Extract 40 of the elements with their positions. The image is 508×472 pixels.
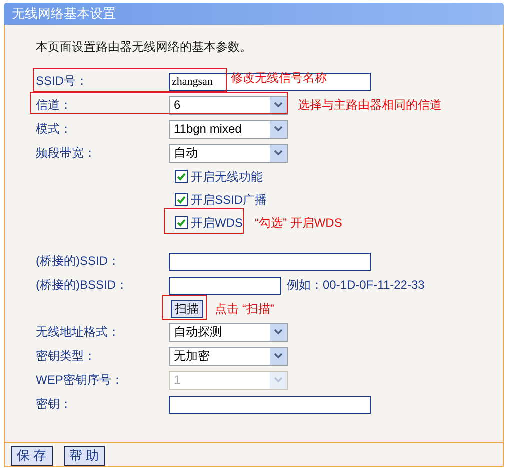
field-label: (桥接的)SSID：	[36, 253, 120, 270]
annotation-text: 点击 “扫描”	[215, 300, 274, 318]
annotation-text: “勾选” 开启WDS	[255, 214, 342, 232]
chevron-down-icon	[274, 377, 283, 383]
dropdown[interactable]: 自动	[169, 144, 288, 162]
dropdown[interactable]: 6	[169, 96, 288, 114]
annotation-text: 修改无线信号名称	[231, 70, 327, 86]
dropdown[interactable]: 自动探测	[169, 322, 288, 342]
chevron-down-icon	[274, 329, 283, 335]
chevron-down-icon	[274, 150, 283, 156]
chevron-down-icon	[274, 126, 283, 132]
checkbox-label: 开启WDS	[191, 214, 243, 232]
field-label: 无线地址格式：	[36, 324, 120, 341]
input-field[interactable]	[169, 396, 371, 414]
checkbox-label: 开启无线功能	[191, 168, 263, 186]
field-label: WEP密钥序号：	[36, 372, 124, 389]
dropdown[interactable]: 无加密	[169, 346, 288, 366]
field-label: 密钥：	[36, 396, 72, 413]
dropdown[interactable]: 11bgn mixed	[169, 120, 288, 138]
footer-button[interactable]: 帮 助	[64, 446, 106, 466]
input-field[interactable]	[169, 253, 371, 271]
description-text: 本页面设置路由器无线网络的基本参数。	[36, 39, 252, 56]
checkbox[interactable]	[175, 193, 188, 206]
field-label: 密钥类型：	[36, 348, 96, 365]
field-label: (桥接的)BSSID：	[36, 277, 128, 294]
field-label: SSID号：	[36, 73, 88, 90]
field-label: 频段带宽：	[36, 145, 96, 162]
window-title: 无线网络基本设置	[4, 3, 504, 25]
checkbox[interactable]	[175, 170, 188, 183]
footer-button[interactable]: 保 存	[11, 446, 53, 466]
input-field[interactable]	[169, 277, 281, 295]
annotation-text: 选择与主路由器相同的信道	[298, 97, 442, 114]
chevron-down-icon	[274, 102, 283, 108]
checkbox[interactable]	[175, 216, 188, 229]
scan-button[interactable]: 扫描	[171, 300, 203, 318]
chevron-down-icon	[274, 353, 283, 359]
hint-text: 例如：00-1D-0F-11-22-33	[287, 277, 425, 294]
field-label: 信道：	[36, 97, 72, 114]
checkbox-label: 开启SSID广播	[191, 192, 268, 208]
field-label: 模式：	[36, 121, 72, 138]
